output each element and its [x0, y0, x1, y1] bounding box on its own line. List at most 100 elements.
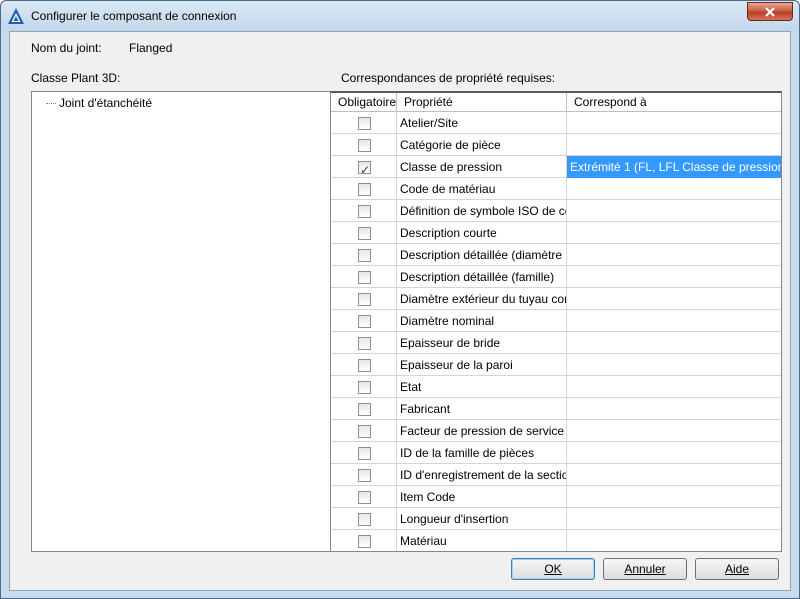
column-header-required[interactable]: Obligatoire	[331, 93, 397, 112]
required-checkbox[interactable]	[358, 513, 371, 526]
table-row[interactable]: Epaisseur de la paroi	[331, 354, 781, 376]
maps-to-cell[interactable]	[567, 508, 781, 530]
table-row[interactable]: Facteur de pression de service	[331, 420, 781, 442]
table-row[interactable]: ID de la famille de pièces	[331, 442, 781, 464]
dialog-body: Nom du joint: Flanged Classe Plant 3D: C…	[9, 31, 791, 591]
table-row[interactable]: Description détaillée (diamètre n...	[331, 244, 781, 266]
help-button[interactable]: Aide	[695, 558, 779, 580]
maps-to-cell[interactable]	[567, 354, 781, 376]
property-cell: Item Code	[397, 486, 567, 508]
tree-connector-line	[46, 102, 56, 104]
required-cell	[331, 530, 397, 551]
required-cell	[331, 244, 397, 266]
property-cell: ID de la famille de pièces	[397, 442, 567, 464]
required-cell	[331, 354, 397, 376]
close-icon	[765, 6, 775, 17]
title-bar[interactable]: Configurer le composant de connexion	[1, 1, 799, 31]
required-cell	[331, 332, 397, 354]
required-cell	[331, 376, 397, 398]
required-cell	[331, 266, 397, 288]
table-row[interactable]: Etat	[331, 376, 781, 398]
tree-item-joint[interactable]: Joint d'étanchéité	[46, 95, 152, 111]
required-checkbox[interactable]	[358, 249, 371, 262]
required-checkbox[interactable]	[358, 491, 371, 504]
property-cell: Longueur d'insertion	[397, 508, 567, 530]
maps-to-cell[interactable]	[567, 398, 781, 420]
plant-class-tree[interactable]: Joint d'étanchéité	[31, 91, 335, 552]
required-checkbox[interactable]	[358, 205, 371, 218]
table-row[interactable]: Matériau	[331, 530, 781, 551]
required-checkbox[interactable]	[358, 117, 371, 130]
table-row[interactable]: Diamètre nominal	[331, 310, 781, 332]
table-row[interactable]: Description courte	[331, 222, 781, 244]
required-checkbox[interactable]	[358, 227, 371, 240]
required-cell	[331, 178, 397, 200]
property-cell: Epaisseur de la paroi	[397, 354, 567, 376]
required-cell	[331, 420, 397, 442]
property-cell: Diamètre nominal	[397, 310, 567, 332]
maps-to-cell[interactable]	[567, 486, 781, 508]
required-checkbox[interactable]	[358, 183, 371, 196]
required-cell	[331, 156, 397, 178]
property-cell: Epaisseur de bride	[397, 332, 567, 354]
maps-to-cell[interactable]	[567, 200, 781, 222]
table-row[interactable]: Epaisseur de bride	[331, 332, 781, 354]
table-row[interactable]: Longueur d'insertion	[331, 508, 781, 530]
required-checkbox[interactable]	[358, 447, 371, 460]
maps-to-cell[interactable]	[567, 442, 781, 464]
table-row[interactable]: Item Code	[331, 486, 781, 508]
table-row[interactable]: Atelier/Site	[331, 112, 781, 134]
required-checkbox[interactable]	[358, 403, 371, 416]
required-checkbox[interactable]	[358, 381, 371, 394]
column-header-property[interactable]: Propriété	[397, 93, 567, 112]
table-row[interactable]: Catégorie de pièce	[331, 134, 781, 156]
required-checkbox[interactable]	[358, 535, 371, 548]
table-row[interactable]: Classe de pressionExtrémité 1 (FL, LFL C…	[331, 156, 781, 178]
maps-to-cell[interactable]	[567, 530, 781, 551]
table-row[interactable]: Code de matériau	[331, 178, 781, 200]
required-cell	[331, 222, 397, 244]
table-row[interactable]: Diamètre extérieur du tuyau corr...	[331, 288, 781, 310]
property-mapping-grid[interactable]: Obligatoire Propriété Correspond à Ateli…	[330, 91, 782, 552]
required-checkbox[interactable]	[358, 469, 371, 482]
maps-to-cell[interactable]: Extrémité 1 (FL, LFL Classe de pression)	[567, 156, 781, 178]
required-checkbox[interactable]	[358, 139, 371, 152]
maps-to-cell[interactable]	[567, 310, 781, 332]
maps-to-cell[interactable]	[567, 112, 781, 134]
required-cell	[331, 134, 397, 156]
required-checkbox[interactable]	[358, 293, 371, 306]
maps-to-cell[interactable]	[567, 288, 781, 310]
required-cell	[331, 486, 397, 508]
property-cell: Etat	[397, 376, 567, 398]
tree-item-label: Joint d'étanchéité	[59, 96, 153, 110]
close-button[interactable]	[747, 2, 793, 21]
table-row[interactable]: Description détaillée (famille)	[331, 266, 781, 288]
ok-button[interactable]: OK	[511, 558, 595, 580]
required-checkbox[interactable]	[358, 315, 371, 328]
maps-to-cell[interactable]	[567, 464, 781, 486]
required-checkbox[interactable]	[358, 271, 371, 284]
table-row[interactable]: Fabricant	[331, 398, 781, 420]
maps-to-cell[interactable]	[567, 376, 781, 398]
cancel-button[interactable]: Annuler	[603, 558, 687, 580]
required-checkbox[interactable]	[358, 359, 371, 372]
maps-to-cell[interactable]	[567, 222, 781, 244]
maps-to-cell[interactable]	[567, 266, 781, 288]
joint-name-value: Flanged	[129, 41, 173, 55]
required-checkbox[interactable]	[358, 425, 371, 438]
property-cell: Matériau	[397, 530, 567, 551]
table-row[interactable]: Définition de symbole ISO de co...	[331, 200, 781, 222]
required-checkbox[interactable]	[358, 159, 371, 178]
maps-to-cell[interactable]	[567, 134, 781, 156]
required-checkbox[interactable]	[358, 337, 371, 350]
maps-to-cell[interactable]	[567, 244, 781, 266]
plant-class-label: Classe Plant 3D:	[31, 71, 121, 85]
table-row[interactable]: ID d'enregistrement de la section	[331, 464, 781, 486]
required-cell	[331, 310, 397, 332]
maps-to-cell[interactable]	[567, 420, 781, 442]
maps-to-cell[interactable]	[567, 332, 781, 354]
column-header-maps-to[interactable]: Correspond à	[567, 93, 781, 112]
property-cell: Description détaillée (famille)	[397, 266, 567, 288]
maps-to-cell[interactable]	[567, 178, 781, 200]
dialog-window: Configurer le composant de connexion Nom…	[0, 0, 800, 599]
